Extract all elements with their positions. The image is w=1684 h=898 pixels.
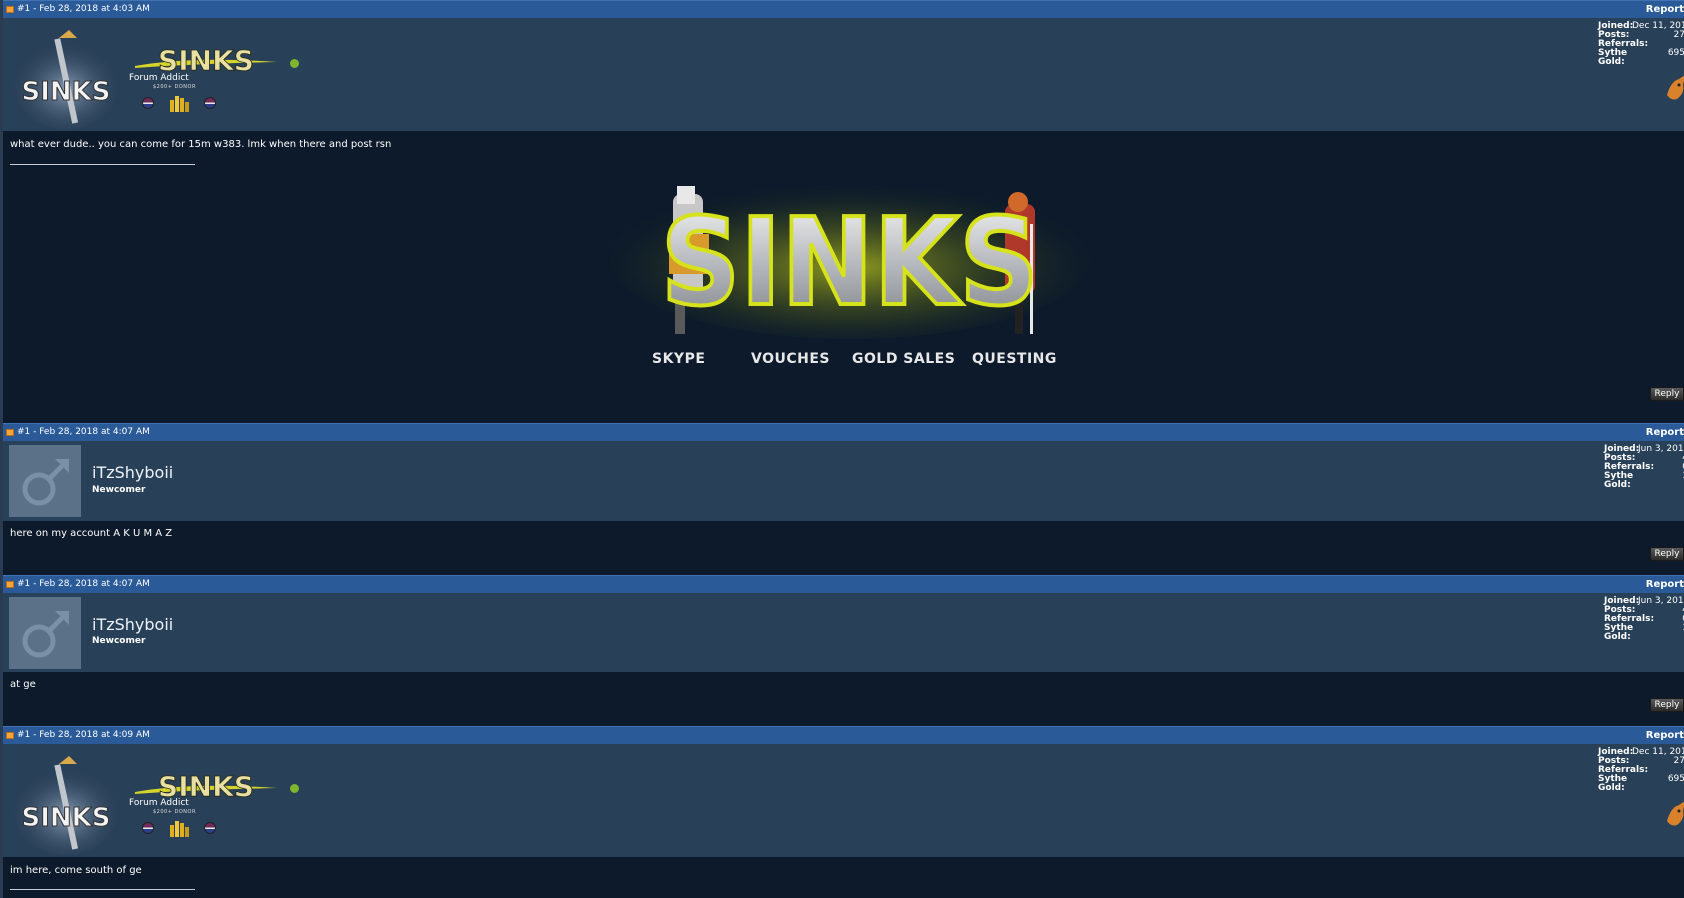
joined-value: Jun 3, 2016 [1638, 596, 1684, 606]
signature-link-questing[interactable]: QUESTING [972, 351, 1057, 367]
reply-button[interactable]: Reply [1650, 547, 1684, 561]
signature-link-gold-sales[interactable]: GOLD SALES [852, 351, 955, 367]
avatar-logo-text: SINKS [21, 77, 110, 107]
post-header: #1 - Feb 28, 2018 at 4:07 AM Report [3, 423, 1684, 441]
post-body: here on my account A K U M A Z Reply [3, 521, 1684, 575]
rs-badge-icon [204, 97, 216, 109]
post-message: im here, come south of ge [10, 865, 142, 876]
joined-value: Jun 3, 2016 [1638, 444, 1684, 454]
reply-button[interactable]: Reply [1650, 698, 1684, 712]
signature-link-skype[interactable]: SKYPE [652, 351, 705, 367]
signature-banner[interactable]: SINKS [605, 164, 1095, 344]
user-info: iTzShyboii Newcomer Joined:Jun 3, 2016 P… [3, 441, 1684, 521]
user-rank: Newcomer [92, 485, 146, 495]
report-link[interactable]: Report [1646, 576, 1684, 593]
user-stats: Joined:Jun 3, 2016 Posts:4 Referrals:0 S… [1604, 445, 1684, 490]
user-rank: Forum Addict [129, 798, 189, 808]
user-stats: Joined:Dec 11, 2017 Posts:27 Referrals: … [1598, 748, 1684, 793]
signature-link-vouches[interactable]: VOUCHES [751, 351, 830, 367]
post-header: #1 - Feb 28, 2018 at 4:07 AM Report [3, 575, 1684, 593]
user-rank: Newcomer [92, 636, 146, 646]
post-message: what ever dude.. you can come for 15m w3… [10, 139, 392, 150]
gold-value: 695 [1667, 774, 1684, 784]
gold-coins-icon [170, 821, 189, 837]
rs-badge-icon [142, 822, 154, 834]
avatar[interactable] [9, 597, 81, 669]
pet-icon [1667, 801, 1684, 826]
rs-badge-icon [204, 822, 216, 834]
username-banner[interactable]: SINKS [131, 38, 281, 78]
user-info: SINKS SINKS Forum Addict $200+ DONOR Joi… [3, 18, 1684, 131]
signature-divider [10, 164, 195, 165]
post-icon [6, 6, 14, 13]
post: #1 - Feb 28, 2018 at 4:07 AM Report iTzS… [3, 423, 1684, 575]
signature-title: SINKS [661, 194, 1039, 333]
avatar[interactable] [9, 445, 81, 517]
avatar-logo-text: SINKS [21, 803, 110, 833]
post-message: at ge [10, 679, 36, 690]
report-link[interactable]: Report [1646, 1, 1684, 18]
referrals-value: 0 [1649, 463, 1684, 472]
online-indicator [290, 59, 299, 68]
gold-label: Sythe Gold: [1598, 48, 1628, 67]
male-symbol-icon [22, 459, 69, 506]
post-body: im here, come south of ge [3, 857, 1684, 898]
pet-icon [1667, 75, 1684, 100]
post-icon [6, 581, 14, 588]
sinks-avatar-logo[interactable]: SINKS [11, 756, 121, 856]
user-stats: Joined:Dec 11, 2017 Posts:27 Referrals: … [1598, 22, 1684, 67]
online-indicator [290, 784, 299, 793]
report-link[interactable]: Report [1646, 424, 1684, 441]
gold-value: 695 [1667, 48, 1684, 58]
user-rank: Forum Addict [129, 73, 189, 83]
username[interactable]: iTzShyboii [92, 615, 173, 634]
male-symbol-icon [22, 611, 69, 658]
gold-label: Sythe Gold: [1598, 774, 1628, 793]
rs-badge-icon [142, 97, 154, 109]
referrals-value: 0 [1649, 615, 1684, 624]
user-stats: Joined:Jun 3, 2016 Posts:4 Referrals:0 S… [1604, 597, 1684, 642]
gold-coins-icon [170, 96, 189, 112]
post-header: #1 - Feb 28, 2018 at 4:03 AM Report [3, 0, 1684, 18]
post-body: what ever dude.. you can come for 15m w3… [3, 131, 1684, 421]
post-meta[interactable]: #1 - Feb 28, 2018 at 4:07 AM [17, 576, 150, 593]
post-header: #1 - Feb 28, 2018 at 4:09 AM Report [3, 726, 1684, 744]
sinks-avatar-logo[interactable]: SINKS [11, 30, 121, 130]
gold-value: 1 [1659, 624, 1684, 642]
gold-value: 1 [1659, 472, 1684, 490]
gold-label: Sythe Gold: [1604, 471, 1634, 490]
post-message: here on my account A K U M A Z [10, 528, 173, 539]
username[interactable]: iTzShyboii [92, 463, 173, 482]
signature-divider [10, 889, 195, 890]
post-body: at ge Reply [3, 672, 1684, 726]
donor-tag: $200+ DONOR [153, 809, 196, 815]
post-icon [6, 732, 14, 739]
post: #1 - Feb 28, 2018 at 4:03 AM Report SINK… [3, 0, 1684, 421]
post: #1 - Feb 28, 2018 at 4:07 AM Report iTzS… [3, 575, 1684, 726]
user-info: iTzShyboii Newcomer Joined:Jun 3, 2016 P… [3, 593, 1684, 672]
user-info: SINKS SINKS Forum Addict $200+ DONOR Joi… [3, 744, 1684, 857]
post-icon [6, 429, 14, 436]
reply-button[interactable]: Reply [1650, 387, 1684, 401]
post: #1 - Feb 28, 2018 at 4:09 AM Report SINK… [3, 726, 1684, 898]
report-link[interactable]: Report [1646, 727, 1684, 744]
gold-label: Sythe Gold: [1604, 623, 1634, 642]
donor-tag: $200+ DONOR [153, 84, 196, 90]
post-meta[interactable]: #1 - Feb 28, 2018 at 4:03 AM [17, 1, 150, 18]
post-meta[interactable]: #1 - Feb 28, 2018 at 4:09 AM [17, 727, 150, 744]
post-meta[interactable]: #1 - Feb 28, 2018 at 4:07 AM [17, 424, 150, 441]
